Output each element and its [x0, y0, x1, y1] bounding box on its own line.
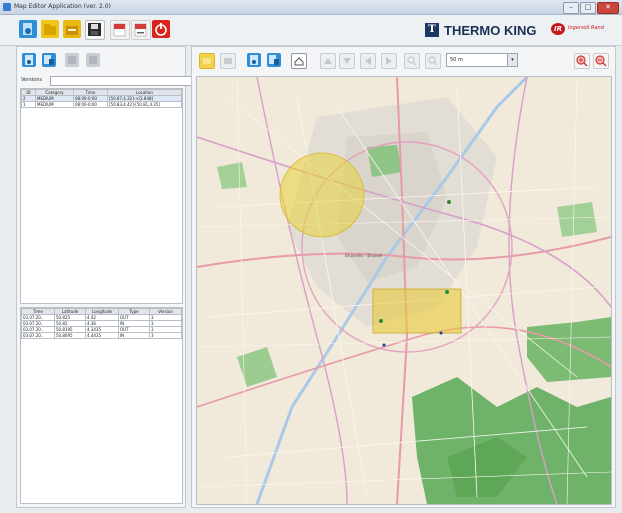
folder-icon	[44, 24, 56, 35]
cell-id: 1	[21, 101, 36, 108]
arrow-left-icon	[365, 57, 371, 65]
zoom-level-value: 50 m	[450, 57, 463, 63]
delete-zone-button[interactable]	[86, 53, 100, 67]
map-marker[interactable]	[445, 290, 449, 294]
copy-icon	[68, 56, 76, 64]
zoom-level-select[interactable]: 50 m ▾	[446, 53, 518, 67]
add-area-button[interactable]	[247, 53, 261, 67]
map-panel: 50 m ▾ Bruxelles - Brussel	[191, 46, 616, 508]
ingersoll-rand-logo: IR Ingersoll Rand	[551, 22, 617, 38]
zoom-out-button[interactable]	[593, 53, 609, 69]
thermo-king-mark: T	[425, 23, 439, 37]
copy-zone-button[interactable]	[65, 53, 79, 67]
thermo-king-logo: T THERMO KING	[425, 22, 536, 38]
left-panel: Versions ▾ ID Category Time Location 2 M…	[16, 46, 200, 508]
red-document-print-icon	[134, 23, 147, 37]
home-button[interactable]	[291, 53, 307, 69]
cell-longitude: 4.4435	[85, 332, 119, 339]
arrow-up-icon	[324, 58, 332, 64]
print-button[interactable]	[131, 20, 151, 40]
edit-area-button[interactable]	[267, 53, 281, 67]
versions-select[interactable]: ▾	[50, 76, 200, 86]
search-button[interactable]	[404, 53, 420, 69]
versions-label: Versions	[21, 77, 42, 83]
arrow-down-icon	[343, 58, 351, 64]
app-icon	[3, 3, 11, 11]
ingersoll-rand-text: Ingersoll Rand	[568, 25, 604, 31]
minimize-button[interactable]: –	[563, 2, 579, 14]
power-icon	[155, 23, 167, 36]
map-marker[interactable]	[439, 331, 443, 335]
ingersoll-rand-mark: IR	[551, 23, 565, 35]
import-button[interactable]	[63, 20, 81, 38]
maximize-button[interactable]: □	[580, 2, 596, 14]
zoom-in-button[interactable]	[574, 53, 590, 69]
edit-area-icon	[269, 55, 279, 65]
cell-version: 3	[149, 332, 182, 339]
open-folder-button[interactable]	[41, 20, 59, 38]
add-zone-button[interactable]	[22, 53, 36, 67]
zoom-out-icon	[595, 55, 607, 67]
zones-table-area	[20, 88, 183, 304]
save-button[interactable]	[85, 20, 105, 40]
arrow-right-icon	[386, 57, 392, 65]
title-bar: Map Editor Application (ver. 2.0) – □ ✕	[0, 0, 622, 15]
table-row[interactable]: 03.07.20.. 50.8095 4.4435 IN 3	[21, 332, 182, 339]
cell-latitude: 50.8095	[54, 332, 86, 339]
record-icon	[203, 58, 211, 64]
cell-category: MEDIUM	[35, 101, 74, 108]
window-title: Map Editor Application (ver. 2.0)	[14, 3, 111, 10]
points-table: Time Latitude Longitude Type Version 03.…	[21, 308, 182, 339]
cell-time: 08:00-0:00	[73, 101, 108, 108]
folder-import-icon	[66, 26, 78, 35]
cell-type: IN	[118, 332, 150, 339]
cell-location: [50.83,4.42]-[50.81,4.35]	[107, 101, 182, 108]
floppy-disk-icon	[88, 23, 101, 36]
close-button[interactable]: ✕	[597, 2, 619, 14]
search-icon	[407, 56, 417, 66]
main-toolbar: T THERMO KING IR Ingersoll Rand	[0, 15, 622, 46]
delete-icon	[89, 56, 97, 64]
pan-right-button[interactable]	[381, 53, 397, 69]
edit-zone-button[interactable]	[42, 53, 56, 67]
pan-down-button[interactable]	[339, 53, 355, 69]
thermo-king-text: THERMO KING	[444, 22, 537, 38]
zoom-in-icon	[576, 55, 588, 67]
search-icon	[428, 56, 438, 66]
zone-rectangle[interactable]	[372, 288, 462, 334]
blue-sheet-icon	[23, 23, 32, 35]
map-marker[interactable]	[447, 200, 451, 204]
add-zone-icon	[25, 55, 33, 65]
home-icon	[294, 57, 304, 66]
map-marker[interactable]	[382, 343, 386, 347]
map-view[interactable]: Bruxelles - Brussel	[196, 76, 612, 505]
play-button[interactable]	[220, 53, 236, 69]
pan-left-button[interactable]	[360, 53, 376, 69]
map-canvas: Bruxelles - Brussel	[197, 77, 611, 504]
export-button[interactable]	[110, 20, 130, 40]
edit-zone-icon	[44, 55, 54, 65]
pan-up-button[interactable]	[320, 53, 336, 69]
chevron-down-icon: ▾	[507, 54, 517, 66]
cell-time: 03.07.20..	[21, 332, 55, 339]
red-document-icon	[113, 23, 126, 37]
city-label: Bruxelles - Brussel	[345, 253, 382, 258]
table-row[interactable]: 1 MEDIUM 08:00-0:00 [50.83,4.42]-[50.81,…	[21, 101, 182, 108]
open-map-button[interactable]	[19, 20, 37, 38]
record-button[interactable]	[199, 53, 215, 69]
map-marker[interactable]	[379, 319, 383, 323]
add-area-icon	[250, 55, 258, 65]
power-button[interactable]	[152, 20, 170, 38]
play-icon	[224, 58, 232, 64]
zone-circle[interactable]	[279, 152, 365, 238]
zones-table: ID Category Time Location 2 MEDIUM 08:00…	[21, 89, 182, 108]
search-next-button[interactable]	[425, 53, 441, 69]
